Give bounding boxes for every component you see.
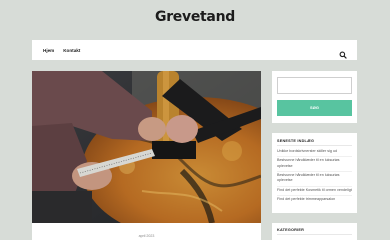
- site-title[interactable]: Grevetand: [0, 9, 390, 25]
- recent-posts-list: Unikke bordskrivnerster skiller sig ud B…: [277, 148, 352, 204]
- recent-post-link[interactable]: Find det perfekte trimmeapparsalon: [277, 196, 352, 204]
- woodworking-photo: [32, 71, 261, 223]
- post-date: april 2023: [138, 234, 155, 238]
- sidebar-search-button[interactable]: SØG: [277, 100, 352, 116]
- recent-post-link[interactable]: Bestvunne håndklæder til en luksuriøs op…: [277, 172, 352, 187]
- nav-link-home[interactable]: Hjem: [43, 48, 54, 53]
- sidebar-search-widget: SØG: [272, 71, 357, 123]
- main-navigation: Hjem Kontakt: [32, 40, 357, 60]
- sidebar-search-input[interactable]: [277, 77, 352, 94]
- nav-link-contact[interactable]: Kontakt: [63, 48, 80, 53]
- recent-post-link[interactable]: Unikke bordskrivnerster skiller sig ud: [277, 148, 352, 158]
- featured-post-image[interactable]: [32, 71, 261, 223]
- recent-posts-widget: SENESTE INDLÆG Unikke bordskrivnerster s…: [272, 133, 357, 213]
- categories-widget: KATEGORIER: [272, 223, 357, 240]
- search-icon[interactable]: [339, 46, 347, 59]
- recent-post-link[interactable]: Find det perfekte Kosmetik til ormen ven…: [277, 187, 352, 196]
- recent-post-link[interactable]: Bestvunne håndklæder til en luksuriøs op…: [277, 157, 352, 172]
- categories-heading: KATEGORIER: [277, 228, 352, 235]
- recent-posts-heading: SENESTE INDLÆG: [277, 139, 352, 146]
- post-meta-panel: april 2023: [32, 223, 261, 240]
